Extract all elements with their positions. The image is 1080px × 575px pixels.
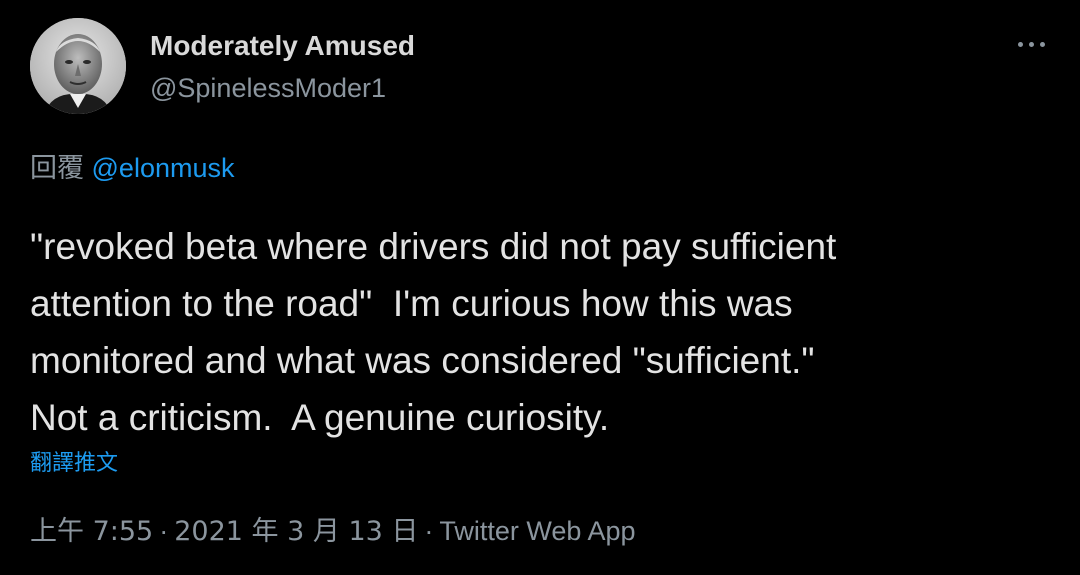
tweet-time[interactable]: 上午 7:55 [30,516,153,547]
author-names: Moderately Amused @SpinelessModer1 [150,26,415,108]
reply-prefix: 回覆 [30,153,84,184]
translate-tweet-link[interactable]: 翻譯推文 [30,445,118,477]
author-handle[interactable]: @SpinelessModer1 [150,68,415,108]
tweet-meta: 上午 7:55 · 2021 年 3 月 13 日 · Twitter Web App [30,513,635,550]
reply-context: 回覆 @elonmusk [30,150,234,187]
tweet-card: Moderately Amused @SpinelessModer1 回覆 @e… [0,0,1080,575]
tweet-body-text: "revoked beta where drivers did not pay … [30,226,837,438]
author-display-name[interactable]: Moderately Amused [150,26,415,66]
avatar-image [30,18,126,114]
avatar[interactable] [30,18,126,114]
tweet-source[interactable]: Twitter Web App [439,516,635,546]
more-options-button[interactable] [1014,30,1050,60]
tweet-date[interactable]: 2021 年 3 月 13 日 [174,516,418,547]
tweet-header: Moderately Amused @SpinelessModer1 [30,18,1050,118]
reply-mention-link[interactable]: @elonmusk [92,153,235,183]
meta-separator-2: · [424,516,434,546]
meta-separator: · [159,516,169,546]
